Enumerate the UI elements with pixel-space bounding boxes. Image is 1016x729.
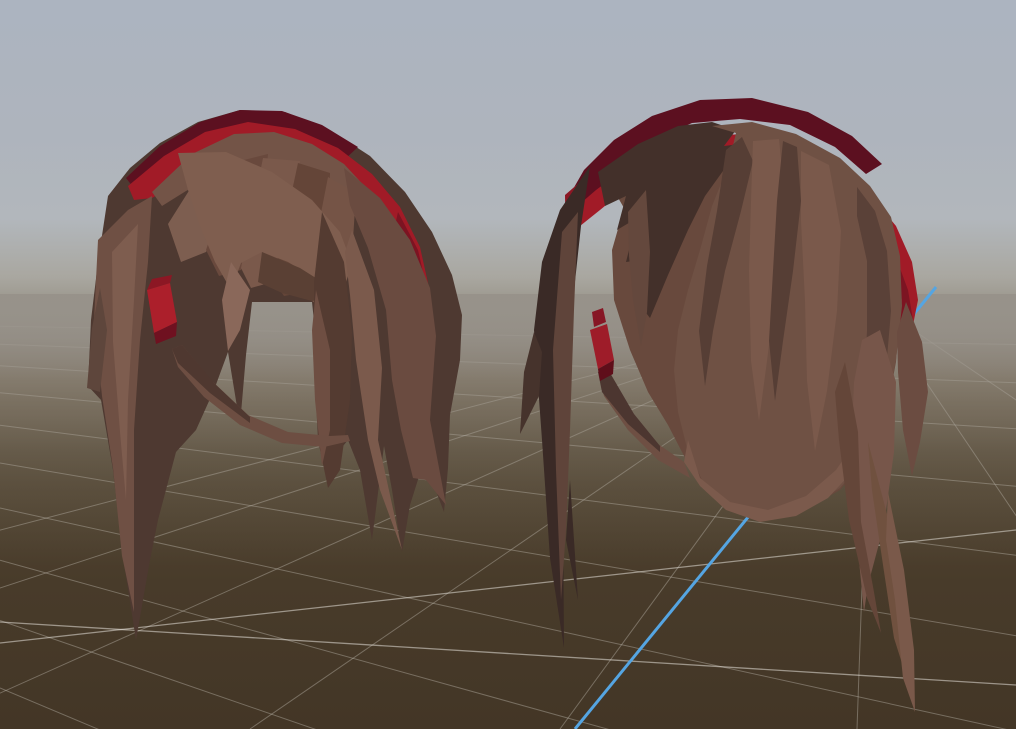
scene-canvas[interactable] [0,0,1016,729]
viewport-3d[interactable] [0,0,1016,729]
